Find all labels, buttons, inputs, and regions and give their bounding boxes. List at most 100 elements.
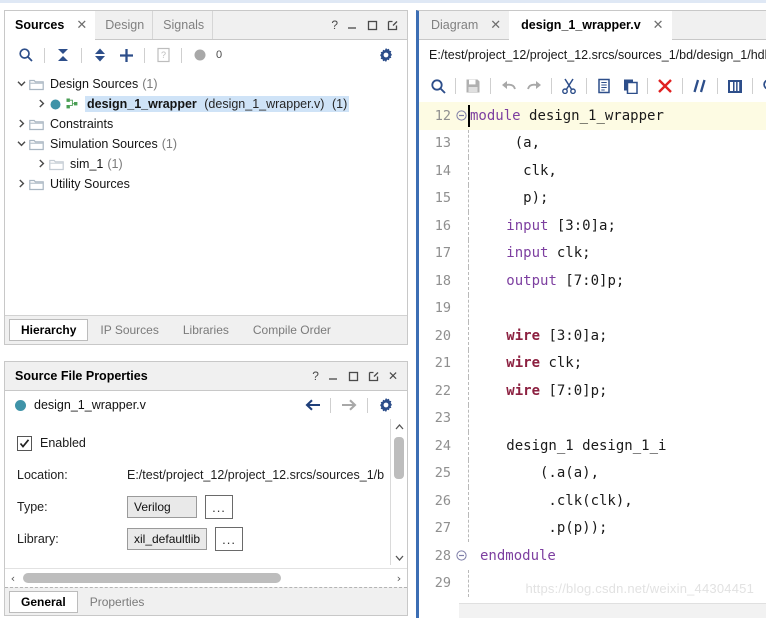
- tab-design-1-wrapper-v[interactable]: design_1_wrapper.v ✕: [509, 11, 672, 40]
- redo-icon[interactable]: [521, 73, 547, 99]
- save-icon[interactable]: [460, 73, 486, 99]
- tree-item-design-1-wrapper[interactable]: design_1_wrapper (design_1_wrapper.v) (1…: [5, 94, 407, 114]
- scroll-down-icon[interactable]: [391, 550, 407, 565]
- collapse-all-icon[interactable]: [50, 43, 76, 67]
- arrow-left-icon[interactable]: [299, 393, 325, 417]
- maximize-icon[interactable]: [348, 371, 359, 382]
- code-line[interactable]: 18 output [7:0]p;: [419, 267, 766, 295]
- help-icon[interactable]: ?: [312, 370, 319, 382]
- scroll-right-icon[interactable]: ›: [391, 572, 407, 585]
- minimize-icon[interactable]: [328, 371, 339, 382]
- close-icon[interactable]: ✕: [76, 18, 87, 33]
- tree-item-constraints[interactable]: Constraints: [5, 114, 407, 134]
- code-line[interactable]: 13 (a,: [419, 129, 766, 157]
- enabled-checkbox[interactable]: [17, 435, 32, 451]
- help-icon[interactable]: ?: [331, 19, 338, 31]
- tree-item-simulation-sources[interactable]: Simulation Sources (1): [5, 134, 407, 154]
- expand-collapse-icon[interactable]: [87, 43, 113, 67]
- code-line[interactable]: 15 p);: [419, 184, 766, 212]
- line-number: 18: [434, 272, 451, 289]
- tab-signals[interactable]: Signals: [153, 11, 214, 39]
- tree-item-utility-sources[interactable]: Utility Sources: [5, 174, 407, 194]
- gear-icon[interactable]: [373, 393, 399, 417]
- tab-compile-order[interactable]: Compile Order: [241, 319, 343, 341]
- chevron-right-icon[interactable]: [33, 158, 49, 171]
- code-line[interactable]: 23: [419, 404, 766, 432]
- code-line[interactable]: 27 .p(p));: [419, 514, 766, 542]
- float-icon[interactable]: [368, 371, 379, 382]
- library-browse-button[interactable]: ...: [215, 527, 244, 551]
- search-icon[interactable]: [13, 43, 39, 67]
- properties-vertical-scrollbar[interactable]: [390, 419, 407, 565]
- tab-design[interactable]: Design: [95, 11, 154, 39]
- delete-icon[interactable]: [652, 73, 678, 99]
- chevron-right-icon[interactable]: [33, 98, 49, 111]
- hscroll-thumb[interactable]: [23, 573, 281, 583]
- scroll-up-icon[interactable]: [391, 419, 407, 434]
- code-line[interactable]: 12 module design_1_wrapper: [419, 102, 766, 130]
- tree-item-selected-label[interactable]: design_1_wrapper (design_1_wrapper.v) (1…: [85, 96, 350, 112]
- code-line[interactable]: 28 endmodule: [419, 542, 766, 570]
- float-icon[interactable]: [387, 20, 398, 31]
- close-icon[interactable]: ✕: [653, 18, 664, 33]
- tab-properties[interactable]: Properties: [78, 591, 157, 613]
- tree-item-sim-1[interactable]: sim_1 (1): [5, 154, 407, 174]
- find-replace-icon[interactable]: [757, 73, 766, 99]
- tree-item-design-sources[interactable]: Design Sources (1): [5, 74, 407, 94]
- maximize-icon[interactable]: [367, 20, 378, 31]
- code-line[interactable]: 14 clk,: [419, 157, 766, 185]
- tab-ip-sources[interactable]: IP Sources: [88, 319, 170, 341]
- close-icon[interactable]: ✕: [490, 18, 501, 33]
- search-icon[interactable]: [425, 73, 451, 99]
- type-browse-button[interactable]: ...: [205, 495, 233, 519]
- tab-sources[interactable]: Sources ✕: [5, 11, 96, 40]
- undo-icon[interactable]: [495, 73, 521, 99]
- gear-icon[interactable]: [373, 43, 399, 67]
- scroll-left-icon[interactable]: ‹: [5, 572, 21, 585]
- columns-icon[interactable]: [722, 73, 748, 99]
- code-line[interactable]: 26 .clk(clk),: [419, 487, 766, 515]
- code-line[interactable]: 19: [419, 294, 766, 322]
- type-field[interactable]: Verilog: [127, 496, 197, 518]
- arrow-right-icon[interactable]: [336, 393, 362, 417]
- library-field[interactable]: xil_defaultlib: [127, 528, 208, 550]
- indent-guide: [468, 459, 470, 487]
- properties-horizontal-scrollbar[interactable]: ‹ ›: [5, 568, 407, 587]
- paste-icon[interactable]: [617, 73, 643, 99]
- indent-guide: [468, 129, 470, 157]
- fold-collapse-icon[interactable]: [454, 550, 468, 561]
- plus-icon[interactable]: [113, 43, 139, 67]
- library-label: Library:: [17, 532, 59, 546]
- indent-guide: [468, 184, 470, 212]
- chevron-down-icon[interactable]: [13, 138, 29, 151]
- sources-tree[interactable]: Design Sources (1) design_1_wrapper (des…: [5, 70, 407, 315]
- minimize-icon[interactable]: [347, 20, 358, 31]
- chevron-down-icon[interactable]: [13, 78, 29, 91]
- line-number: 27: [434, 520, 451, 537]
- code-line[interactable]: 16 input [3:0]a;: [419, 212, 766, 240]
- code-line[interactable]: 17 input clk;: [419, 239, 766, 267]
- tab-general[interactable]: General: [9, 590, 78, 613]
- code-line[interactable]: 21 wire clk;: [419, 349, 766, 377]
- code-line[interactable]: 25 (.a(a),: [419, 459, 766, 487]
- cut-icon[interactable]: [556, 73, 582, 99]
- toolbar-divider: [455, 78, 456, 94]
- circle-icon[interactable]: [187, 43, 213, 67]
- tab-libraries[interactable]: Libraries: [171, 319, 241, 341]
- copy-icon[interactable]: [591, 73, 617, 99]
- code-content[interactable]: 12 module design_1_wrapper 13 (a, 14 clk…: [419, 102, 766, 618]
- close-icon[interactable]: ✕: [388, 370, 398, 382]
- code-line[interactable]: 20 wire [3:0]a;: [419, 322, 766, 350]
- tab-diagram[interactable]: Diagram ✕: [419, 11, 509, 39]
- chevron-right-icon[interactable]: [13, 178, 29, 191]
- code-line[interactable]: 24 design_1 design_1_i: [419, 432, 766, 460]
- hscroll-track[interactable]: [21, 573, 391, 583]
- code-token: clk;: [540, 355, 583, 372]
- fold-collapse-icon[interactable]: [454, 110, 468, 121]
- code-line[interactable]: 22 wire [7:0]p;: [419, 377, 766, 405]
- scrollbar-thumb[interactable]: [394, 437, 404, 479]
- question-page-icon[interactable]: ?: [150, 43, 176, 67]
- chevron-right-icon[interactable]: [13, 118, 29, 131]
- comment-icon[interactable]: [687, 73, 713, 99]
- tab-hierarchy[interactable]: Hierarchy: [9, 319, 89, 341]
